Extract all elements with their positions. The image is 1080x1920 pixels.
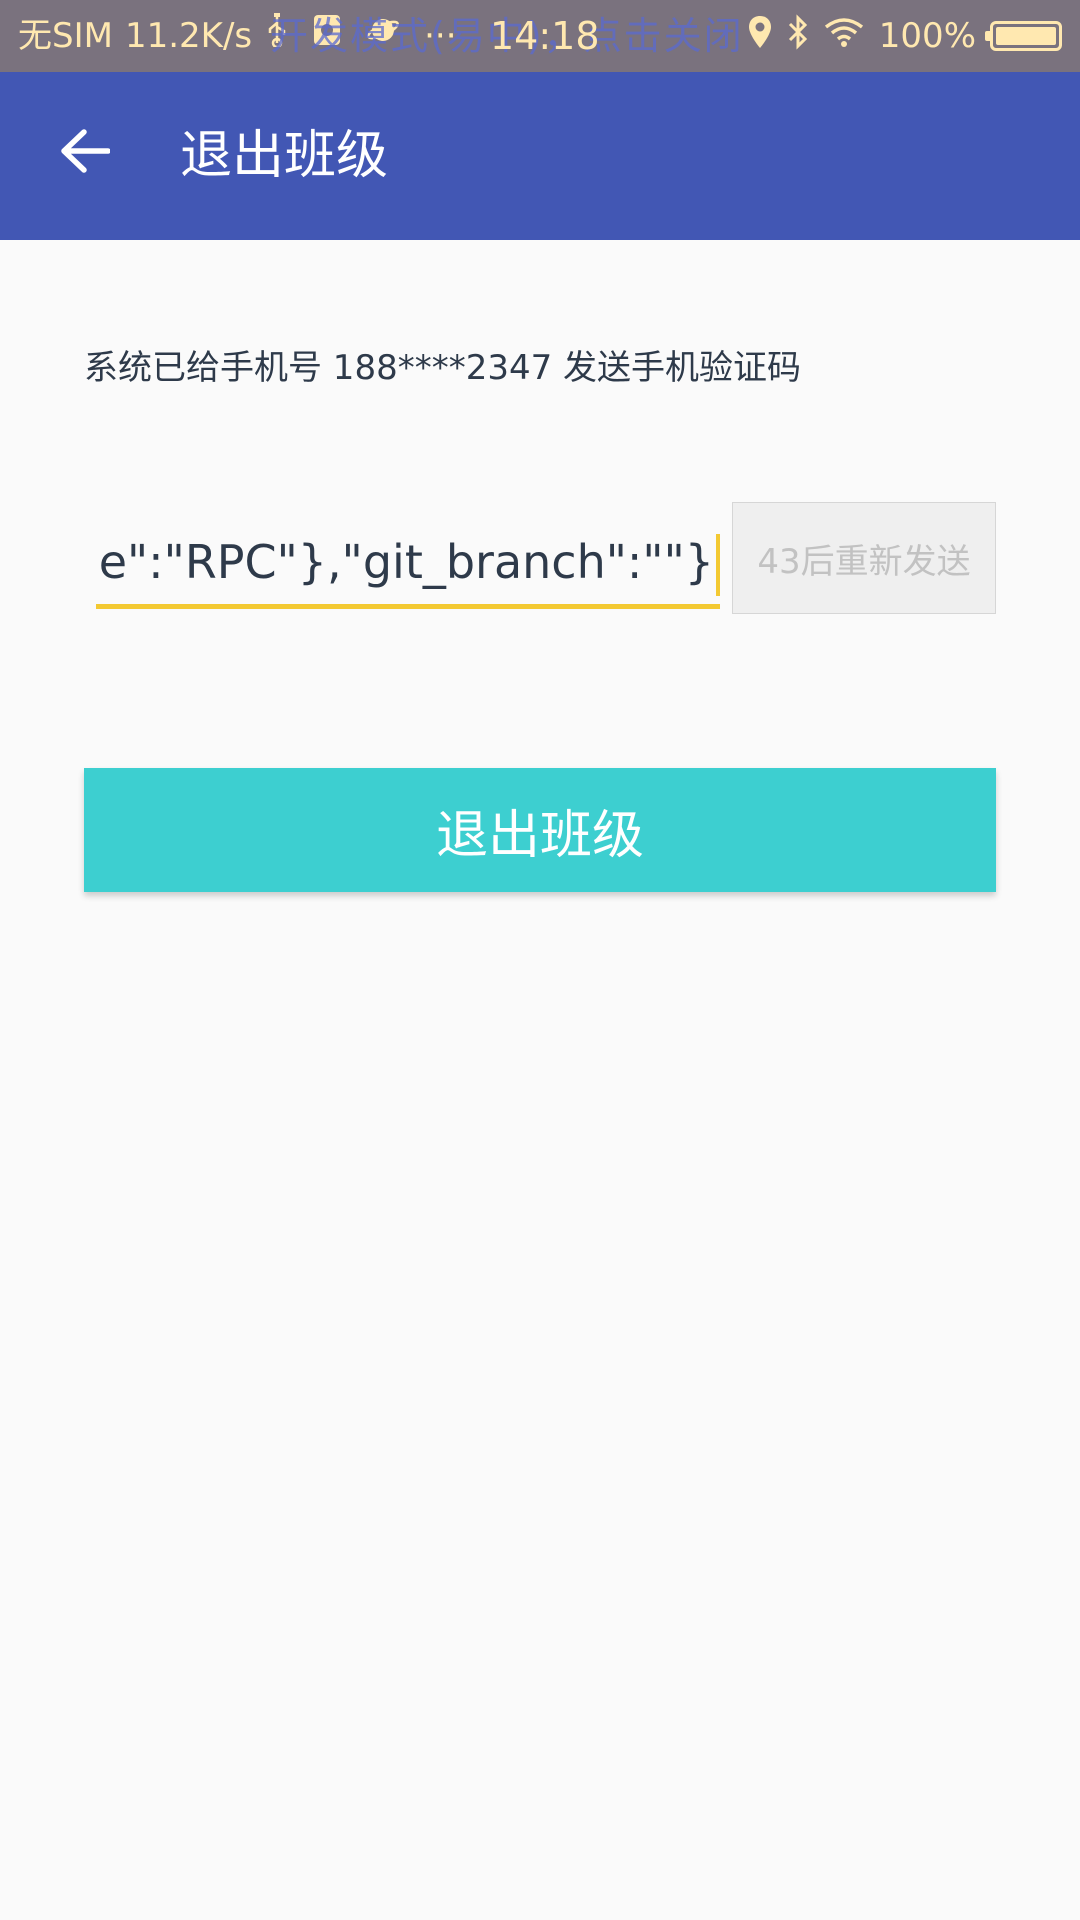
wifi-icon <box>823 16 865 57</box>
page-title: 退出班级 <box>180 126 389 186</box>
location-icon <box>747 14 773 59</box>
bluetooth-icon <box>787 13 809 59</box>
verification-code-field[interactable]: vice":"RPC"},"git_branch":""} <box>96 520 720 609</box>
verification-info-text: 系统已给手机号 188****2347 发送手机验证码 <box>84 348 802 388</box>
text-caret <box>716 534 720 596</box>
status-clock: 14:18 <box>490 14 600 58</box>
carrier-label: 无SIM <box>18 16 113 56</box>
arrow-left-icon <box>61 129 110 173</box>
status-right: 100% <box>747 0 1062 72</box>
exit-class-button[interactable]: 退出班级 <box>84 768 996 892</box>
back-button[interactable] <box>50 116 120 186</box>
resend-code-button[interactable]: 43后重新发送 <box>732 502 996 614</box>
verification-code-input[interactable]: vice":"RPC"},"git_branch":""} <box>96 520 714 604</box>
app-bar: 退出班级 <box>0 72 1080 240</box>
status-bar: 无SIM 11.2K/s ··· 开发模式(易中)，点击关闭 14:18 100… <box>0 0 1080 72</box>
network-speed: 11.2K/s <box>124 16 253 56</box>
battery-fill <box>996 27 1056 45</box>
battery-icon <box>985 21 1062 51</box>
battery-percent: 100% <box>878 16 976 56</box>
